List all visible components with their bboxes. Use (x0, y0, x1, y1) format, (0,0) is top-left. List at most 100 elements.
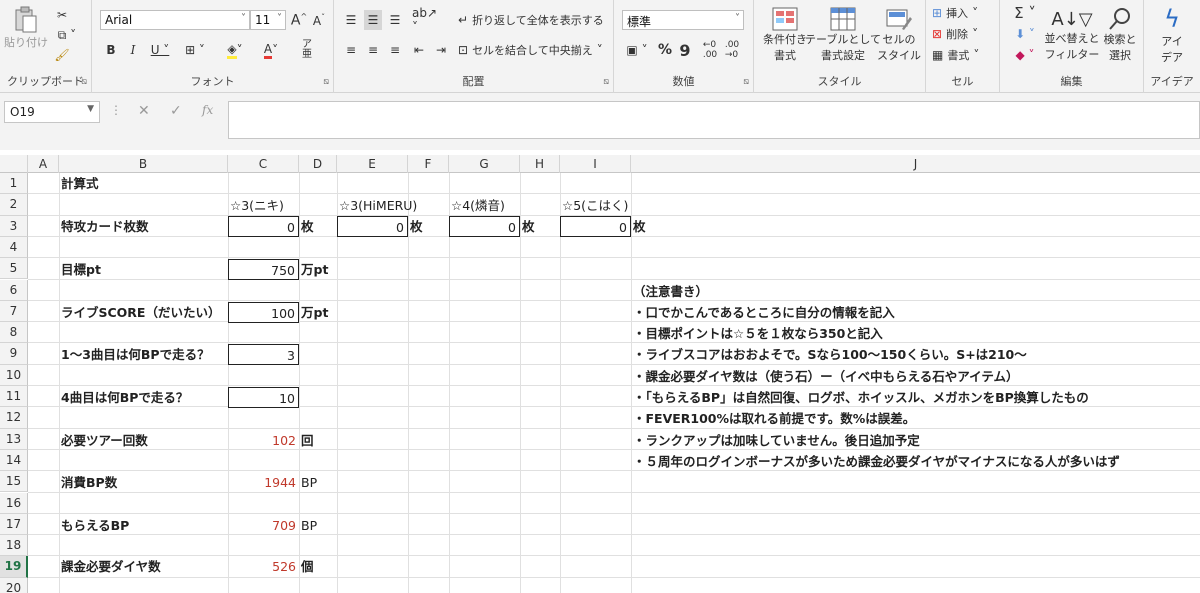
align-middle-button[interactable]: ☰ (364, 10, 382, 30)
select-all-corner[interactable] (0, 155, 28, 173)
column-header-b[interactable]: B (59, 155, 228, 173)
cell-g2[interactable]: ☆4(燐音) (451, 195, 505, 216)
cell-b9[interactable]: 1～3曲目は何BPで走る？ (61, 344, 210, 365)
format-cells-button[interactable]: ▦ 書式 ˅ (932, 46, 994, 64)
align-center-button[interactable]: ≡ (364, 40, 382, 60)
cell-b17[interactable]: もらえるBP (61, 515, 129, 536)
orientation-button[interactable]: ab↗ ˅ (412, 6, 442, 34)
autosum-button[interactable]: Σ ˅ (1010, 4, 1040, 22)
row-header-17[interactable]: 17 (0, 513, 28, 536)
cell-b11[interactable]: 4曲目は何BPで走る？ (61, 387, 188, 408)
column-header-j[interactable]: J (631, 155, 1200, 173)
note-j13[interactable]: ・ランクアップは加味していません。後日追加予定 (633, 430, 920, 451)
font-color-button[interactable]: A ˅ (256, 40, 286, 60)
cell-i2[interactable]: ☆5(こはく) (562, 195, 628, 216)
cell-e2[interactable]: ☆3(HiMERU) (339, 195, 417, 216)
column-header-i[interactable]: I (560, 155, 631, 173)
cell-d13[interactable]: 回 (301, 430, 314, 451)
cell-b19[interactable]: 課金必要ダイヤ数 (61, 556, 161, 577)
phonetic-button[interactable]: ア亜 (296, 38, 318, 62)
note-j8[interactable]: ・目標ポイントは☆５を１枚なら350と記入 (633, 323, 883, 344)
italic-button[interactable]: I (124, 40, 142, 60)
row-header-5[interactable]: 5 (0, 258, 28, 280)
cancel-icon[interactable]: ✕ (138, 103, 150, 119)
format-painter-button[interactable]: 🖌 (52, 46, 72, 64)
row-header-18[interactable]: 18 (0, 535, 28, 557)
merge-center-button[interactable]: ⊡ セルを結合して中央揃え ˅ (458, 40, 608, 60)
column-header-h[interactable]: H (520, 155, 560, 173)
clear-button[interactable]: ◆ ˅ (1010, 46, 1040, 64)
comma-button[interactable]: 9 (676, 40, 694, 60)
conditional-formatting-button[interactable]: 条件付き 書式 (758, 4, 812, 66)
fill-button[interactable]: ⬇ ˅ (1010, 25, 1040, 43)
copy-button[interactable]: ⧉ ˅ (52, 26, 82, 44)
column-header-a[interactable]: A (28, 155, 59, 173)
row-header-15[interactable]: 15 (0, 471, 28, 493)
align-right-button[interactable]: ≡ (386, 40, 404, 60)
formula-input[interactable] (228, 101, 1200, 139)
decrease-decimal-button[interactable]: .00 →0 (722, 40, 742, 60)
clipboard-launcher-icon[interactable]: ⧅ (81, 77, 87, 87)
note-j9[interactable]: ・ライブスコアはおおよそで。Sなら100～150くらい。S+は210～ (633, 344, 1027, 365)
row-header-8[interactable]: 8 (0, 322, 28, 344)
row-header-14[interactable]: 14 (0, 449, 28, 472)
column-header-f[interactable]: F (408, 155, 449, 173)
underline-button[interactable]: U ˅ (146, 40, 174, 60)
cut-button[interactable]: ✂ (52, 6, 72, 24)
cell-b13[interactable]: 必要ツアー回数 (61, 430, 148, 451)
column-header-e[interactable]: E (337, 155, 408, 173)
note-j7[interactable]: ・口でかこんであるところに自分の情報を記入 (633, 302, 895, 323)
align-left-button[interactable]: ≡ (342, 40, 360, 60)
font-size-dropdown[interactable]: 11 ˅ (250, 10, 286, 30)
cell-b1[interactable]: 計算式 (61, 173, 99, 194)
row-header-2[interactable]: 2 (0, 194, 28, 216)
row-header-10[interactable]: 10 (0, 364, 28, 386)
cell-c3[interactable]: 0 (228, 216, 299, 237)
cell-b3[interactable]: 特攻カード枚数 (61, 216, 149, 237)
ideas-button[interactable]: ϟ アイ デア (1148, 4, 1196, 66)
row-header-1[interactable]: 1 (0, 173, 28, 195)
row-header-11[interactable]: 11 (0, 386, 28, 408)
fill-color-button[interactable]: ◈ ˅ (220, 40, 250, 60)
increase-decimal-button[interactable]: ←0.00 (700, 40, 720, 60)
cell-h3[interactable]: 枚 (522, 216, 535, 237)
row-header-13[interactable]: 13 (0, 428, 28, 450)
cell-j3[interactable]: 枚 (633, 216, 646, 237)
cell-g3[interactable]: 0 (449, 216, 520, 237)
bold-button[interactable]: B (102, 40, 120, 60)
number-launcher-icon[interactable]: ⧅ (743, 77, 749, 87)
cell-b7[interactable]: ライブSCORE（だいたい） (61, 302, 220, 323)
column-header-g[interactable]: G (449, 155, 520, 173)
row-header-6[interactable]: 6 (0, 279, 28, 301)
column-header-c[interactable]: C (228, 155, 299, 173)
alignment-launcher-icon[interactable]: ⧅ (603, 77, 609, 87)
row-header-9[interactable]: 9 (0, 343, 28, 365)
cell-d17[interactable]: BP (301, 515, 317, 536)
row-header-4[interactable]: 4 (0, 236, 28, 259)
grow-font-button[interactable]: A^ (290, 10, 308, 30)
cell-c2[interactable]: ☆3(ニキ) (230, 195, 284, 216)
increase-indent-button[interactable]: ⇥ (432, 40, 450, 60)
cell-styles-button[interactable]: セルの スタイル (874, 4, 924, 66)
format-as-table-button[interactable]: テーブルとして 書式設定 (805, 4, 881, 66)
align-top-button[interactable]: ☰ (342, 10, 360, 30)
cell-c7[interactable]: 100 (228, 302, 299, 323)
row-header-16[interactable]: 16 (0, 492, 28, 514)
row-header-20[interactable]: 20 (0, 577, 28, 593)
align-bottom-button[interactable]: ☰ (386, 10, 404, 30)
more-options-icon[interactable]: ⋮ (110, 103, 122, 117)
cell-d19[interactable]: 個 (301, 556, 314, 577)
cell-d7[interactable]: 万pt (301, 302, 328, 323)
percent-button[interactable]: % (656, 40, 674, 60)
delete-button[interactable]: ⊠ 削除 ˅ (932, 25, 994, 43)
find-select-button[interactable]: 検索と 選択 (1098, 4, 1142, 66)
row-header-7[interactable]: 7 (0, 300, 28, 323)
cell-c19[interactable]: 526 (228, 556, 299, 577)
cell-b15[interactable]: 消費BP数 (61, 472, 117, 493)
note-j11[interactable]: ・「もらえるBP」は自然回復、ログボ、ホイッスル、メガホンをBP換算したもの (633, 387, 1089, 408)
name-box[interactable]: O19 ▼ (4, 101, 100, 123)
row-header-19[interactable]: 19 (0, 556, 28, 578)
shrink-font-button[interactable]: Aˇ (310, 10, 328, 30)
borders-button[interactable]: ⊞ ˅ (180, 40, 210, 60)
cell-d5[interactable]: 万pt (301, 259, 328, 280)
